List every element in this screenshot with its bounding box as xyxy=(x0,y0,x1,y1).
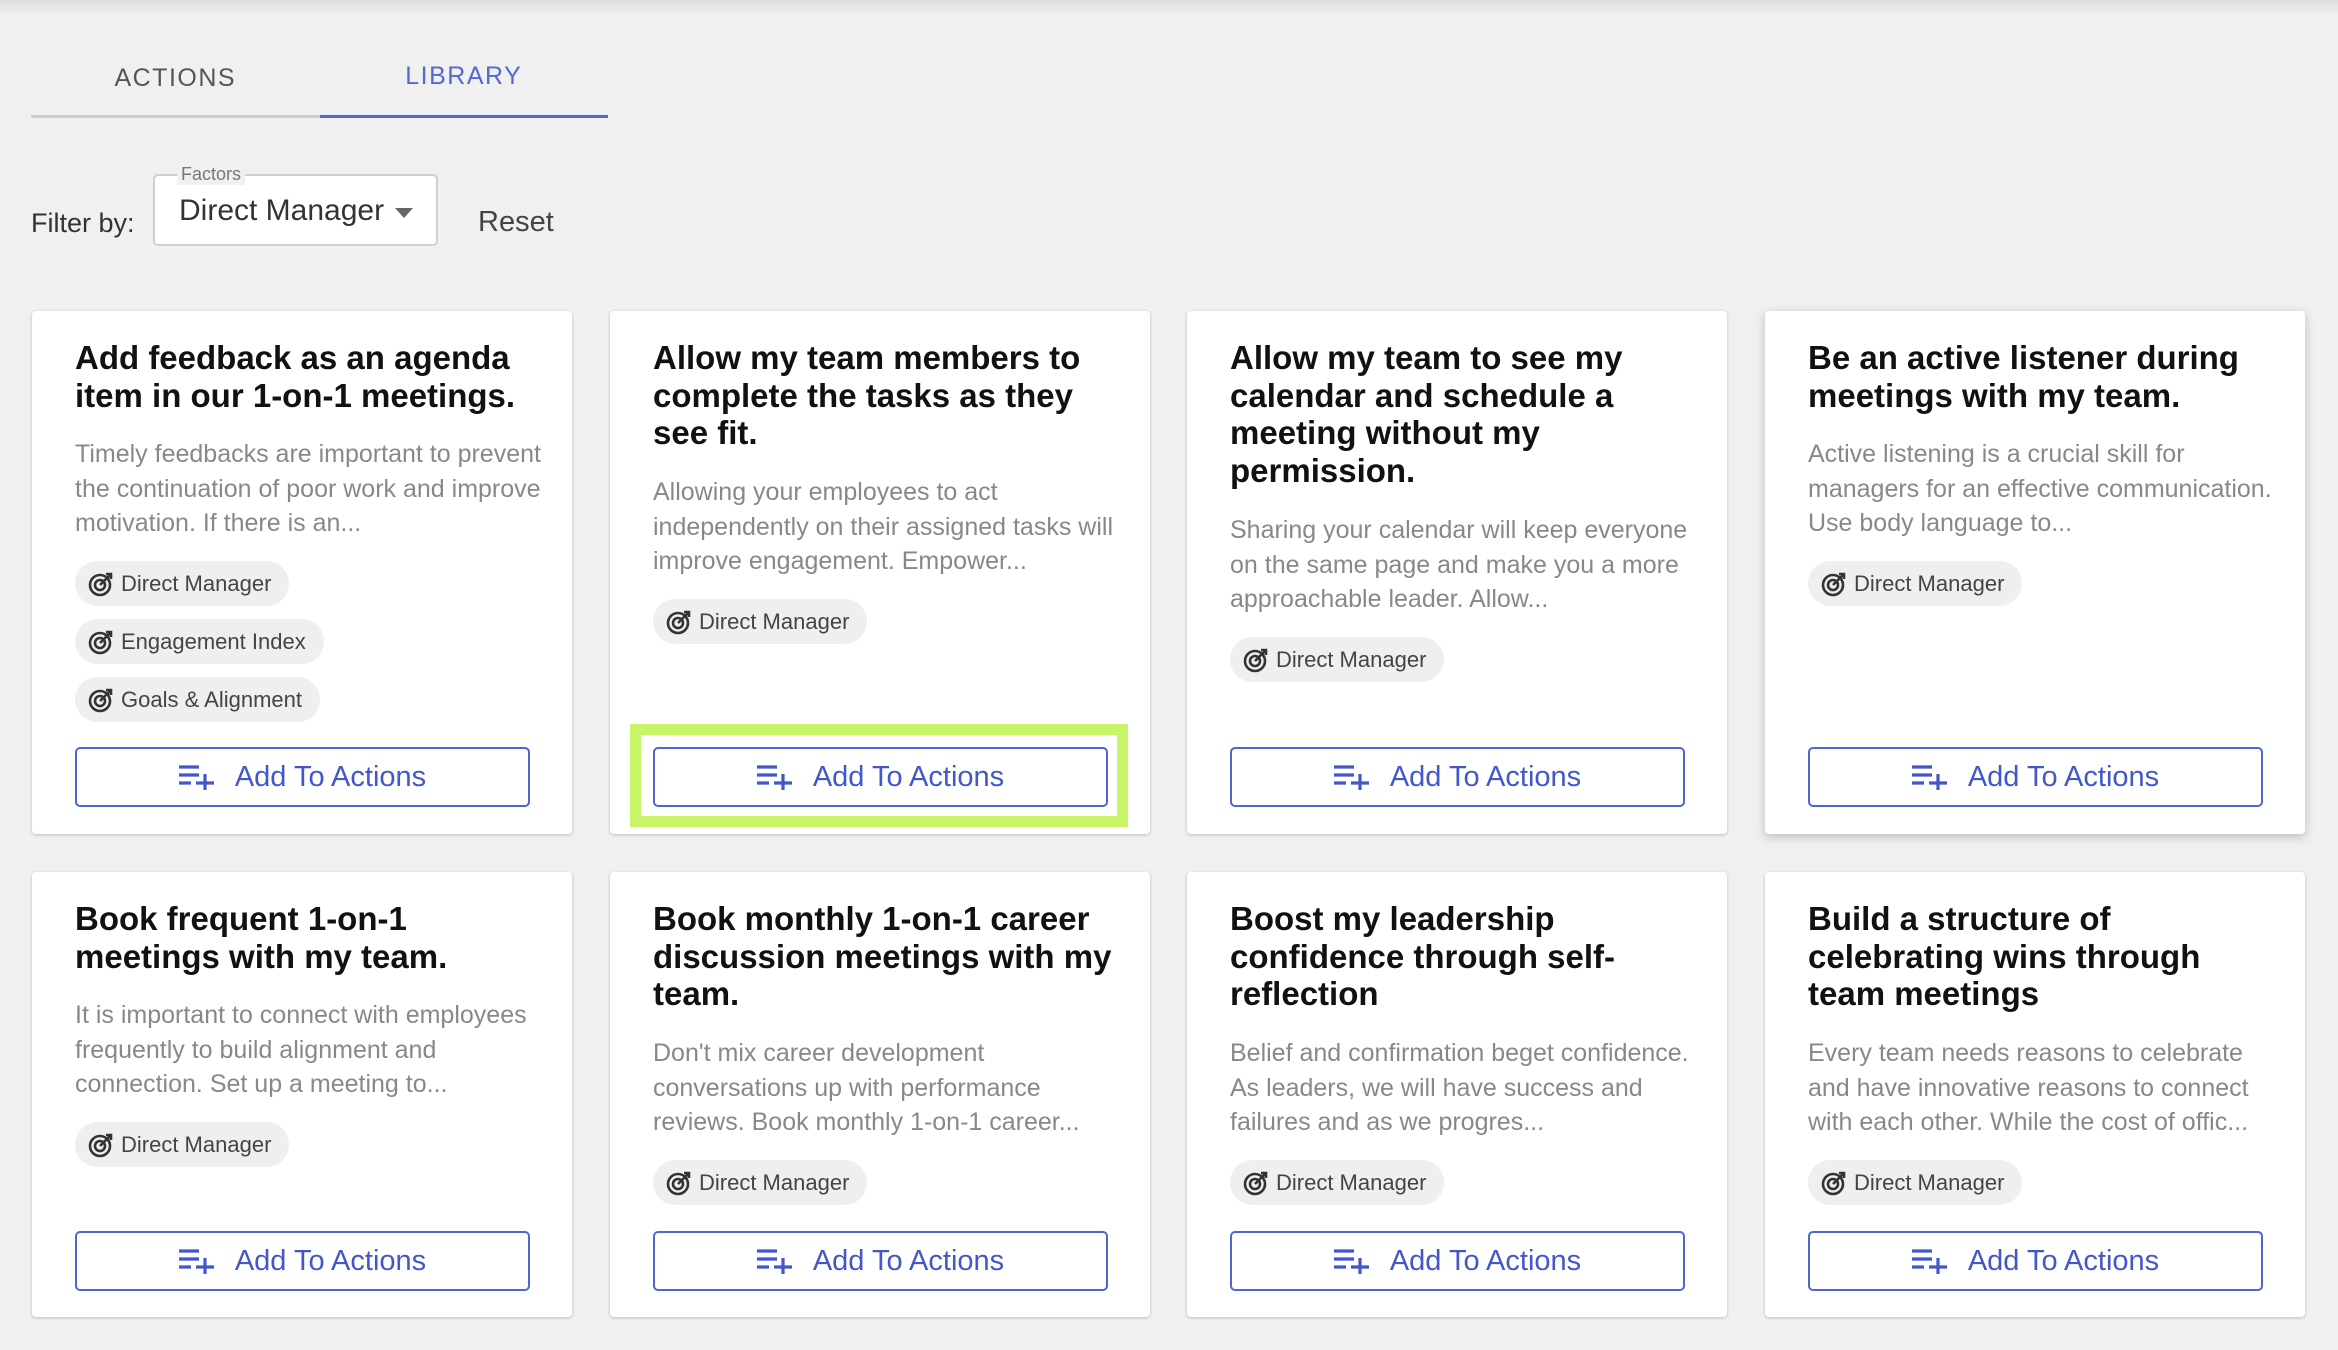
playlist-add-icon xyxy=(1333,1249,1369,1274)
card-description: Don't mix career development conversatio… xyxy=(653,1039,1080,1136)
target-icon xyxy=(1821,1171,1846,1195)
action-card: Be an active listener during meetings wi… xyxy=(1765,311,2305,834)
button-label: Add To Actions xyxy=(812,760,1005,793)
chip-label: Direct Manager xyxy=(1276,1169,1427,1195)
card-description: Sharing your calendar will keep everyone… xyxy=(1230,516,1688,613)
tab-bar: ACTIONS LIBRARY xyxy=(31,38,608,118)
chip-label: Engagement Index xyxy=(121,628,306,654)
playlist-add-icon xyxy=(1911,1249,1947,1274)
target-icon xyxy=(88,688,113,712)
chip-label: Direct Manager xyxy=(699,1169,850,1195)
card-description: Timely feedbacks are important to preven… xyxy=(75,440,541,537)
playlist-add-icon xyxy=(178,1249,214,1274)
tab-actions[interactable]: ACTIONS xyxy=(31,38,320,118)
card-title: Add feedback as an agenda item in our 1-… xyxy=(75,339,516,414)
reset-button[interactable]: Reset xyxy=(478,206,554,239)
add-to-actions-button[interactable]: Add To Actions xyxy=(1808,1231,2263,1291)
card-title: Boost my leadership confidence through s… xyxy=(1230,900,1616,1012)
add-to-actions-button[interactable]: Add To Actions xyxy=(75,1231,530,1291)
playlist-add-icon xyxy=(756,765,792,790)
action-card: Book monthly 1-on-1 career discussion me… xyxy=(610,872,1150,1317)
factor-chip: Direct Manager xyxy=(1230,1160,1445,1205)
card-title: Book frequent 1-on-1 meetings with my te… xyxy=(75,900,448,975)
button-label: Add To Actions xyxy=(1389,1244,1582,1277)
action-card: Boost my leadership confidence through s… xyxy=(1187,872,1727,1317)
card-title: Allow my team members to complete the ta… xyxy=(653,339,1081,451)
card-title: Book monthly 1-on-1 career discussion me… xyxy=(653,900,1112,1012)
add-to-actions-button[interactable]: Add To Actions xyxy=(653,1231,1108,1291)
target-icon xyxy=(666,1171,691,1195)
button-label: Add To Actions xyxy=(234,1244,427,1277)
target-icon xyxy=(88,630,113,654)
button-label: Add To Actions xyxy=(812,1244,1005,1277)
button-label: Add To Actions xyxy=(1967,1244,2160,1277)
action-card: Book frequent 1-on-1 meetings with my te… xyxy=(32,872,572,1317)
factor-chip: Direct Manager xyxy=(653,599,868,644)
add-to-actions-button[interactable]: Add To Actions xyxy=(1230,1231,1685,1291)
factor-chip: Engagement Index xyxy=(75,619,324,664)
playlist-add-icon xyxy=(1911,765,1947,790)
action-card: Build a structure of celebrating wins th… xyxy=(1765,872,2305,1317)
card-description: Every team needs reasons to celebrate an… xyxy=(1808,1039,2249,1136)
chip-label: Direct Manager xyxy=(121,570,272,596)
chip-label: Direct Manager xyxy=(1276,646,1427,672)
top-shadow xyxy=(0,0,2338,14)
chip-label: Goals & Alignment xyxy=(121,686,302,712)
filter-label: Filter by: xyxy=(31,208,135,238)
card-description: Belief and confirmation beget confidence… xyxy=(1230,1039,1689,1136)
chip-label: Direct Manager xyxy=(699,608,850,634)
factor-chip: Direct Manager xyxy=(653,1160,868,1205)
card-title: Be an active listener during meetings wi… xyxy=(1808,339,2239,414)
card-description: Active listening is a crucial skill for … xyxy=(1808,440,2272,537)
add-to-actions-button[interactable]: Add To Actions xyxy=(1230,747,1685,807)
playlist-add-icon xyxy=(1333,765,1369,790)
card-description: It is important to connect with employee… xyxy=(75,1001,527,1098)
target-icon xyxy=(1243,1171,1268,1195)
action-card: Allow my team to see my calendar and sch… xyxy=(1187,311,1727,834)
chip-label: Direct Manager xyxy=(121,1131,272,1157)
target-icon xyxy=(88,1133,113,1157)
button-label: Add To Actions xyxy=(234,760,427,793)
playlist-add-icon xyxy=(178,765,214,790)
action-card: Allow my team members to complete the ta… xyxy=(610,311,1150,834)
target-icon xyxy=(1243,648,1268,672)
add-to-actions-button[interactable]: Add To Actions xyxy=(653,747,1108,807)
target-icon xyxy=(1821,572,1846,596)
target-icon xyxy=(666,610,691,634)
add-to-actions-button[interactable]: Add To Actions xyxy=(1808,747,2263,807)
factor-chip: Direct Manager xyxy=(75,561,290,606)
chip-label: Direct Manager xyxy=(1854,1169,2005,1195)
factor-chip: Direct Manager xyxy=(1808,1160,2023,1205)
factors-select-legend: Factors xyxy=(177,164,246,185)
card-title: Allow my team to see my calendar and sch… xyxy=(1230,339,1623,489)
tab-library[interactable]: LIBRARY xyxy=(319,38,608,118)
card-title: Build a structure of celebrating wins th… xyxy=(1808,900,2201,1012)
factor-chip: Direct Manager xyxy=(1808,561,2023,606)
target-icon xyxy=(88,572,113,596)
card-description: Allowing your employees to act independe… xyxy=(653,478,1113,575)
caret-down-icon xyxy=(395,208,413,218)
chip-label: Direct Manager xyxy=(1854,570,2005,596)
action-card: Add feedback as an agenda item in our 1-… xyxy=(32,311,572,834)
add-to-actions-button[interactable]: Add To Actions xyxy=(75,747,530,807)
playlist-add-icon xyxy=(756,1249,792,1274)
button-label: Add To Actions xyxy=(1967,760,2160,793)
factors-select-value: Direct Manager xyxy=(179,194,385,227)
factors-select[interactable]: Factors Direct Manager xyxy=(153,164,438,246)
factor-chip: Direct Manager xyxy=(75,1122,290,1167)
factor-chip: Goals & Alignment xyxy=(75,677,320,722)
factor-chip: Direct Manager xyxy=(1230,637,1445,682)
button-label: Add To Actions xyxy=(1389,760,1582,793)
